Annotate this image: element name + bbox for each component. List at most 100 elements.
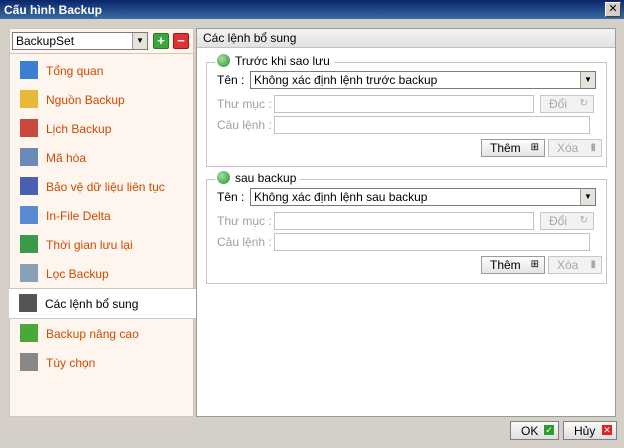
- change-button[interactable]: Đổi ↻: [540, 212, 594, 230]
- sidebar-item-backup-source[interactable]: Nguồn Backup: [10, 85, 193, 114]
- pre-backup-group: Trước khi sao lưu Tên : Không xác định l…: [206, 54, 607, 167]
- sidebar-item-options[interactable]: Tùy chọn: [10, 348, 193, 377]
- sidebar-item-schedule[interactable]: Lịch Backup: [10, 114, 193, 143]
- delete-button-label: Xóa: [557, 141, 579, 155]
- group-title: sau backup: [215, 171, 301, 187]
- add-button[interactable]: Thêm ⊞: [481, 256, 545, 274]
- backup-set-value: BackupSet: [16, 34, 75, 48]
- add-set-button[interactable]: +: [153, 33, 169, 49]
- group-title: Trước khi sao lưu: [215, 54, 334, 70]
- folder-input[interactable]: [274, 95, 534, 113]
- cancel-button[interactable]: Hủy ✕: [563, 421, 617, 440]
- close-icon: ✕: [602, 425, 612, 435]
- chevron-down-icon[interactable]: ▼: [580, 72, 595, 88]
- command-input[interactable]: [274, 233, 590, 251]
- sidebar-item-encryption[interactable]: Mã hóa: [10, 143, 193, 172]
- pre-command-value: Không xác định lệnh trước backup: [254, 73, 438, 87]
- command-label: Câu lệnh :: [217, 235, 272, 249]
- filter-icon: [20, 264, 38, 282]
- title-bar: Cấu hình Backup ✕: [0, 0, 624, 19]
- add-button-label: Thêm: [490, 141, 521, 155]
- globe-icon: [217, 171, 230, 184]
- sidebar-item-label: Tổng quan: [46, 64, 104, 78]
- name-row: Tên : Không xác định lệnh sau backup ▼: [217, 188, 597, 206]
- encryption-icon: [20, 148, 38, 166]
- add-icon: ⊞: [530, 142, 539, 153]
- sidebar-item-label: Các lệnh bổ sung: [45, 297, 139, 311]
- ok-button-label: OK: [521, 424, 539, 438]
- folder-row: Thư mục : Đổi ↻: [217, 212, 597, 230]
- command-icon: [19, 294, 37, 312]
- delete-button[interactable]: Xóa ▮: [548, 256, 602, 274]
- pre-command-select[interactable]: Không xác định lệnh trước backup ▼: [250, 71, 596, 89]
- chevron-down-icon[interactable]: ▼: [580, 189, 595, 205]
- sidebar-item-extra-commands[interactable]: Các lệnh bổ sung: [9, 288, 196, 319]
- folder-icon: [20, 90, 38, 108]
- delete-button[interactable]: Xóa ▮: [548, 139, 602, 157]
- sidebar-item-label: Lọc Backup: [46, 267, 109, 281]
- group-title-label: sau backup: [235, 171, 297, 185]
- sidebar-item-label: Tùy chọn: [46, 356, 96, 370]
- folder-input[interactable]: [274, 212, 534, 230]
- post-command-value: Không xác định lệnh sau backup: [254, 190, 428, 204]
- sidebar-item-infile-delta[interactable]: In-File Delta: [10, 201, 193, 230]
- name-label: Tên :: [217, 190, 245, 204]
- sidebar-item-label: Thời gian lưu lại: [46, 238, 133, 252]
- folder-row: Thư mục : Đổi ↻: [217, 95, 597, 113]
- sidebar-item-filter[interactable]: Lọc Backup: [10, 259, 193, 288]
- post-command-select[interactable]: Không xác định lệnh sau backup ▼: [250, 188, 596, 206]
- sidebar-item-label: Bảo vệ dữ liệu liên tục: [46, 180, 165, 194]
- folder-label: Thư mục :: [217, 97, 272, 111]
- sidebar-item-retention[interactable]: Thời gian lưu lại: [10, 230, 193, 259]
- change-button[interactable]: Đổi ↻: [540, 95, 594, 113]
- globe-icon: [217, 54, 230, 67]
- command-input[interactable]: [274, 116, 590, 134]
- sidebar-item-label: Backup nâng cao: [46, 327, 139, 341]
- sidebar-item-label: Lịch Backup: [46, 122, 112, 136]
- post-backup-group: sau backup Tên : Không xác định lệnh sau…: [206, 171, 607, 284]
- change-button-label: Đổi: [549, 214, 568, 228]
- change-button-label: Đổi: [549, 97, 568, 111]
- close-button[interactable]: ✕: [605, 2, 621, 17]
- action-row: Thêm ⊞ Xóa ▮: [217, 139, 602, 157]
- add-button-label: Thêm: [490, 258, 521, 272]
- remove-set-button[interactable]: −: [173, 33, 189, 49]
- chevron-down-icon[interactable]: ▼: [132, 33, 147, 49]
- folder-label: Thư mục :: [217, 214, 272, 228]
- trash-icon: ▮: [590, 142, 596, 153]
- sidebar-item-label: Nguồn Backup: [46, 93, 125, 107]
- page-title: Các lệnh bổ sung: [203, 31, 297, 45]
- sidebar-nav: Tổng quan Nguồn Backup Lịch Backup Mã hó…: [9, 56, 196, 377]
- window-title: Cấu hình Backup: [4, 3, 103, 17]
- calendar-icon: [20, 119, 38, 137]
- command-label: Câu lệnh :: [217, 118, 272, 132]
- sidebar-item-advanced-backup[interactable]: Backup nâng cao: [10, 319, 193, 348]
- action-row: Thêm ⊞ Xóa ▮: [217, 256, 602, 274]
- sidebar: BackupSet ▼ + − Tổng quan Nguồn Backup L…: [9, 28, 196, 417]
- recycle-icon: [20, 235, 38, 253]
- document-icon: [20, 206, 38, 224]
- ok-button[interactable]: OK ✓: [510, 421, 559, 440]
- shield-icon: [20, 177, 38, 195]
- content-panel: Các lệnh bổ sung Trước khi sao lưu Tên :…: [196, 28, 616, 417]
- check-icon: ✓: [544, 425, 554, 435]
- add-button[interactable]: Thêm ⊞: [481, 139, 545, 157]
- trash-icon: ▮: [590, 259, 596, 270]
- command-row: Câu lệnh :: [217, 233, 597, 251]
- delete-button-label: Xóa: [557, 258, 579, 272]
- sidebar-item-overview[interactable]: Tổng quan: [10, 56, 193, 85]
- name-label: Tên :: [217, 73, 245, 87]
- command-row: Câu lệnh :: [217, 116, 597, 134]
- group-title-label: Trước khi sao lưu: [235, 54, 330, 68]
- name-row: Tên : Không xác định lệnh trước backup ▼: [217, 71, 597, 89]
- add-icon: ⊞: [530, 259, 539, 270]
- panel-header: Các lệnh bổ sung: [197, 29, 615, 48]
- refresh-icon: ↻: [579, 215, 588, 226]
- cancel-button-label: Hủy: [574, 424, 596, 438]
- backup-set-select[interactable]: BackupSet ▼: [12, 32, 148, 50]
- options-icon: [20, 353, 38, 371]
- sidebar-item-continuous-protection[interactable]: Bảo vệ dữ liệu liên tục: [10, 172, 193, 201]
- advanced-icon: [20, 324, 38, 342]
- overview-icon: [20, 61, 38, 79]
- divider: [10, 53, 193, 54]
